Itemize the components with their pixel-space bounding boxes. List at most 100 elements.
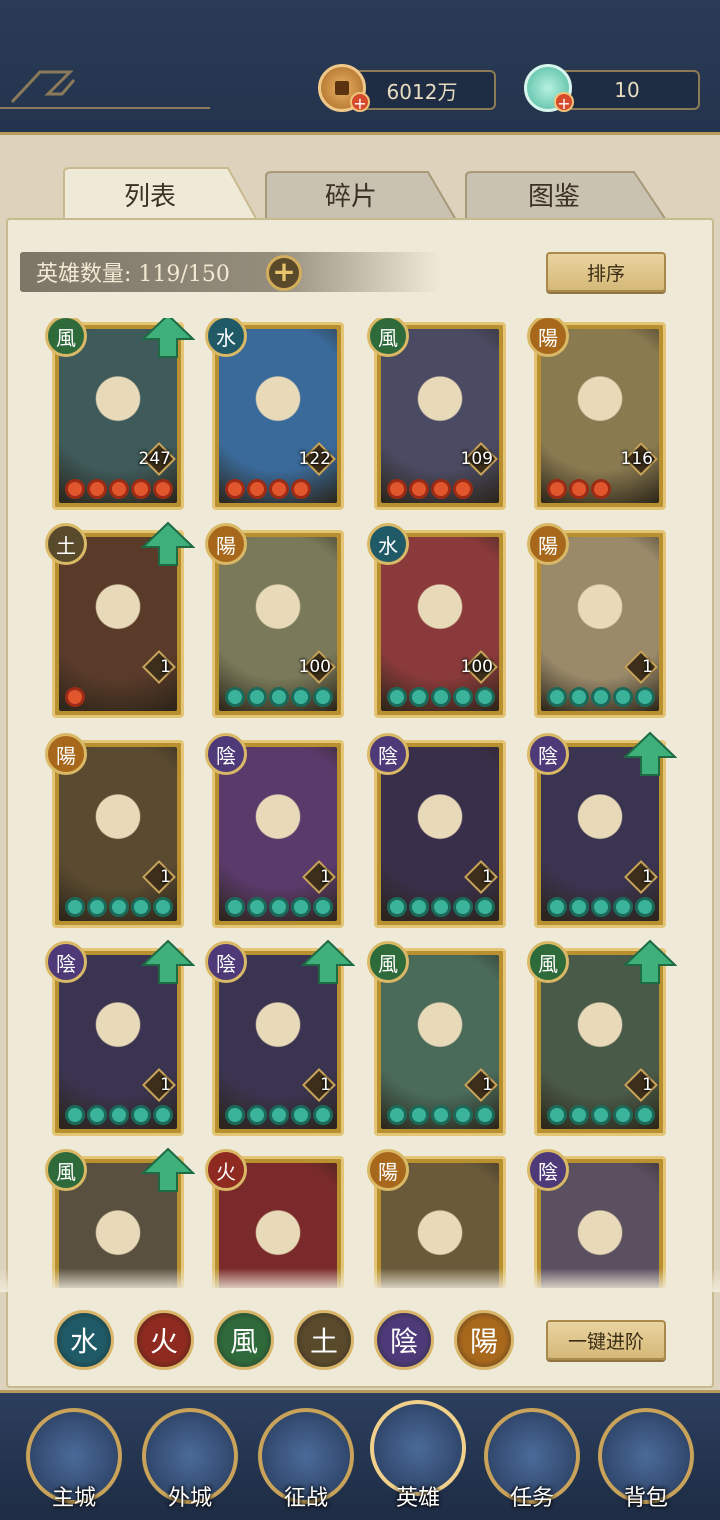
tab-list[interactable]: 列表 bbox=[64, 168, 236, 220]
hero-card[interactable]: 100 水 bbox=[367, 523, 506, 718]
element-badge-icon: 陰 bbox=[527, 1149, 569, 1191]
element-badge-icon: 陽 bbox=[205, 523, 247, 565]
star-icon bbox=[247, 1105, 267, 1125]
yin-filter-icon[interactable]: 陰 bbox=[374, 1310, 434, 1370]
star-icon bbox=[291, 479, 311, 499]
earth-filter-icon[interactable]: 土 bbox=[294, 1310, 354, 1370]
element-badge-icon: 陰 bbox=[45, 941, 87, 983]
nav-label: 英雄 bbox=[395, 1486, 440, 1511]
hero-level: 100 bbox=[460, 657, 493, 677]
hero-level: 1 bbox=[160, 867, 171, 887]
jade-value: 10 bbox=[614, 78, 640, 102]
star-icon bbox=[475, 897, 495, 917]
tab-fragments[interactable]: 碎片 bbox=[266, 168, 436, 220]
star-row bbox=[387, 1105, 495, 1125]
element-badge-icon: 風 bbox=[367, 941, 409, 983]
hero-card[interactable]: 109 風 bbox=[367, 318, 506, 510]
star-icon bbox=[635, 687, 655, 707]
star-row bbox=[65, 1105, 173, 1125]
one-key-advance-button[interactable]: 一键进阶 bbox=[546, 1320, 666, 1360]
star-icon bbox=[475, 1105, 495, 1125]
hero-card[interactable]: 1陰 bbox=[367, 733, 506, 928]
star-icon bbox=[613, 1105, 633, 1125]
star-icon bbox=[409, 897, 429, 917]
hero-card[interactable]: 1陰 bbox=[45, 939, 195, 1136]
star-icon bbox=[635, 897, 655, 917]
star-icon bbox=[247, 897, 267, 917]
nav-label: 背包 bbox=[623, 1486, 668, 1511]
star-icon bbox=[313, 897, 333, 917]
star-row bbox=[225, 1105, 333, 1125]
hero-card[interactable]: 1陰 bbox=[205, 733, 344, 928]
star-row bbox=[547, 897, 655, 917]
star-icon bbox=[291, 897, 311, 917]
star-icon bbox=[109, 1105, 129, 1125]
hero-portrait: 100 bbox=[381, 537, 499, 711]
water-filter-icon[interactable]: 水 bbox=[54, 1310, 114, 1370]
hero-card[interactable]: 1風 bbox=[527, 939, 677, 1136]
nav-label: 主城 bbox=[51, 1486, 96, 1511]
star-icon bbox=[87, 1105, 107, 1125]
hero-level: 1 bbox=[482, 867, 493, 887]
star-icon bbox=[269, 1105, 289, 1125]
upgrade-arrow-icon bbox=[141, 939, 195, 984]
star-icon bbox=[547, 1105, 567, 1125]
wind-filter-icon[interactable]: 風 bbox=[214, 1310, 274, 1370]
nav-label: 外城 bbox=[167, 1486, 212, 1511]
star-icon bbox=[591, 687, 611, 707]
hero-portrait: 1 bbox=[219, 747, 337, 921]
star-icon bbox=[475, 687, 495, 707]
hero-card[interactable]: 116 陽 bbox=[527, 318, 666, 510]
hero-card[interactable]: 100 陽 bbox=[205, 523, 344, 718]
star-icon bbox=[387, 1105, 407, 1125]
hero-card[interactable]: 1土 bbox=[45, 521, 195, 718]
hero-card[interactable]: 1陽 bbox=[527, 523, 666, 718]
star-icon bbox=[65, 687, 85, 707]
star-icon bbox=[131, 479, 151, 499]
star-icon bbox=[453, 687, 473, 707]
hero-portrait: 116 bbox=[541, 329, 659, 503]
star-icon bbox=[109, 897, 129, 917]
hero-card[interactable]: 122 水 bbox=[205, 318, 344, 510]
star-icon bbox=[313, 687, 333, 707]
star-icon bbox=[431, 479, 451, 499]
star-icon bbox=[591, 479, 611, 499]
element-badge-icon: 陰 bbox=[205, 733, 247, 775]
hero-card[interactable]: 1陰 bbox=[205, 939, 355, 1136]
element-badge-icon: 土 bbox=[45, 523, 87, 565]
upgrade-arrow-icon bbox=[141, 318, 195, 358]
star-row bbox=[225, 687, 333, 707]
coin-counter: 6012万 bbox=[348, 70, 496, 110]
jade-counter: 10 bbox=[554, 70, 700, 110]
star-row bbox=[65, 479, 173, 499]
hero-level: 247 bbox=[138, 449, 171, 469]
upgrade-arrow-icon bbox=[623, 939, 677, 984]
element-badge-icon: 陽 bbox=[45, 733, 87, 775]
sort-button[interactable]: 排序 bbox=[546, 252, 666, 292]
star-icon bbox=[591, 897, 611, 917]
yang-filter-icon[interactable]: 陽 bbox=[454, 1310, 514, 1370]
hero-portrait: 1 bbox=[381, 747, 499, 921]
hero-level: 1 bbox=[642, 1075, 653, 1095]
hero-card[interactable]: 1陰 bbox=[527, 731, 677, 928]
star-icon bbox=[453, 897, 473, 917]
star-icon bbox=[387, 479, 407, 499]
add-coins-button[interactable]: + bbox=[350, 92, 370, 113]
hero-card[interactable]: 1風 bbox=[367, 941, 506, 1136]
add-jade-button[interactable]: + bbox=[554, 92, 574, 113]
nav-label: 征战 bbox=[283, 1486, 328, 1511]
expand-hero-slots-button[interactable]: + bbox=[266, 255, 302, 291]
element-badge-icon: 風 bbox=[45, 1149, 87, 1191]
tab-codex[interactable]: 图鉴 bbox=[466, 168, 642, 220]
hero-count-label: 英雄数量: bbox=[36, 262, 132, 287]
hero-card[interactable]: 1陽 bbox=[45, 733, 184, 928]
star-icon bbox=[313, 1105, 333, 1125]
element-badge-icon: 陰 bbox=[205, 941, 247, 983]
fire-filter-icon[interactable]: 火 bbox=[134, 1310, 194, 1370]
star-icon bbox=[65, 1105, 85, 1125]
hero-card[interactable]: 247 風 bbox=[45, 318, 195, 510]
star-icon bbox=[431, 897, 451, 917]
element-badge-icon: 陰 bbox=[527, 733, 569, 775]
coin-value: 6012万 bbox=[386, 79, 458, 104]
star-row bbox=[547, 687, 655, 707]
